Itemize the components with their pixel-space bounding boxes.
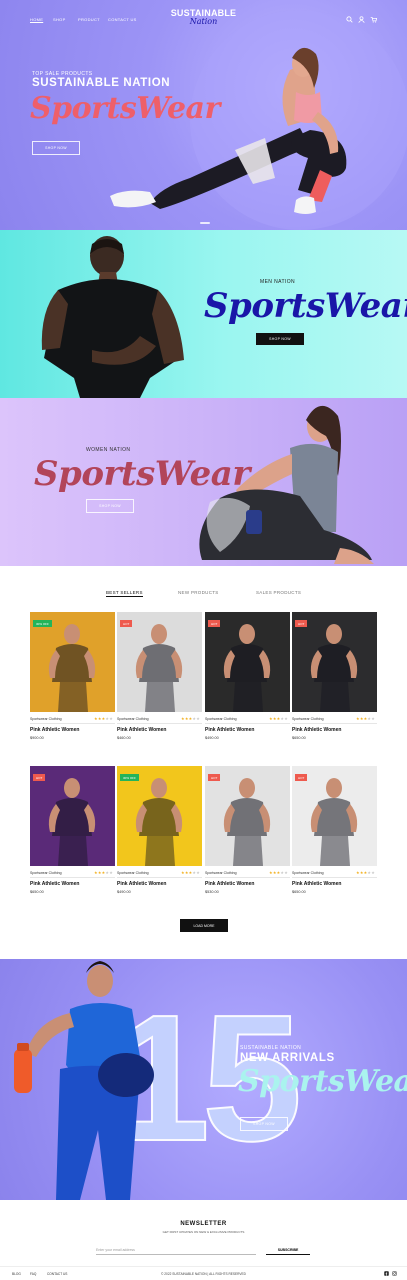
product-image[interactable] xyxy=(205,766,290,866)
product-name[interactable]: Pink Athletic Women xyxy=(205,727,254,733)
product-brand: Sportswear Clothing xyxy=(205,717,237,721)
card-divider xyxy=(30,877,115,878)
product-rating: ★★★★★ xyxy=(269,716,288,721)
hero-title: SUSTAINABLE NATION xyxy=(32,77,171,89)
product-name[interactable]: Pink Athletic Women xyxy=(30,727,79,733)
hero-shop-now-button[interactable]: SHOP NOW xyxy=(32,141,80,155)
women-banner-kicker: WOMEN NATION xyxy=(86,447,131,453)
product-badge: 30% OFF xyxy=(33,620,52,627)
product-badge: HOT xyxy=(120,620,133,627)
product-price: $460.00 xyxy=(117,736,131,740)
product-rating: ★★★★★ xyxy=(356,870,375,875)
newsletter-email-input[interactable] xyxy=(96,1246,256,1255)
product-name[interactable]: Pink Athletic Women xyxy=(292,881,341,887)
product-price: $490.00 xyxy=(117,890,131,894)
product-price: $900.00 xyxy=(30,736,44,740)
product-rating: ★★★★★ xyxy=(94,870,113,875)
copyright-text: © 2022 SUSTAINABLE NATION | ALL RIGHTS R… xyxy=(161,1272,246,1276)
arrivals-shop-now-button[interactable]: SHOP NOW xyxy=(240,1117,288,1131)
men-banner-script-title: SportsWear xyxy=(204,286,407,326)
product-name[interactable]: Pink Athletic Women xyxy=(117,881,166,887)
product-card[interactable]: HOT Sportswear Clothing ★★★★★ Pink Athletic… xyxy=(117,612,202,748)
tab-best-sellers[interactable]: BEST SELLERS xyxy=(106,590,143,597)
card-divider xyxy=(205,877,290,878)
card-divider xyxy=(117,723,202,724)
women-shop-now-button[interactable]: SHOP NOW xyxy=(86,499,134,513)
product-badge: HOT xyxy=(208,620,221,627)
subscribe-button[interactable]: SUBSCRIBE xyxy=(266,1246,310,1255)
product-brand: Sportswear Clothing xyxy=(117,717,149,721)
product-rating: ★★★★★ xyxy=(94,716,113,721)
product-badge: HOT xyxy=(208,774,221,781)
product-rating: ★★★★★ xyxy=(181,870,200,875)
product-card[interactable]: HOT Sportswear Clothing ★★★★★ Pink Athletic… xyxy=(292,766,377,902)
arrivals-title: NEW ARRIVALS xyxy=(240,1052,335,1064)
product-card[interactable]: HOT Sportswear Clothing ★★★★★ Pink Athletic… xyxy=(205,766,290,902)
product-brand: Sportswear Clothing xyxy=(292,871,324,875)
product-image[interactable] xyxy=(292,766,377,866)
hero-slider-indicator[interactable] xyxy=(200,222,210,224)
product-badge: 30% OFF xyxy=(120,774,139,781)
product-image[interactable] xyxy=(30,612,115,712)
arrivals-script-title: SportsWear xyxy=(238,1064,407,1099)
product-image[interactable] xyxy=(292,612,377,712)
card-divider xyxy=(30,723,115,724)
product-badge: HOT xyxy=(295,620,308,627)
product-price: $530.00 xyxy=(205,890,219,894)
cart-icon[interactable] xyxy=(370,16,377,23)
women-banner-script-title: SportsWear xyxy=(34,454,250,494)
product-card[interactable]: HOT Sportswear Clothing ★★★★★ Pink Athletic… xyxy=(292,612,377,748)
men-shop-now-button[interactable]: SHOP NOW xyxy=(256,333,304,345)
product-brand: Sportswear Clothing xyxy=(205,871,237,875)
product-tabs: BEST SELLERS NEW PRODUCTS SALES PRODUCTS xyxy=(0,590,407,600)
arrivals-kicker: SUSTAINABLE NATION xyxy=(240,1045,302,1051)
product-card[interactable]: 30% OFF Sportswear Clothing ★★★★★ Pink Athl… xyxy=(117,766,202,902)
top-navigation: HOME SHOP PRODUCT CONTACT US SUSTAINABLE… xyxy=(0,0,407,34)
product-rating: ★★★★★ xyxy=(269,870,288,875)
hero-script-title: SportsWear xyxy=(30,91,220,126)
product-image[interactable] xyxy=(205,612,290,712)
card-divider xyxy=(205,723,290,724)
product-brand: Sportswear Clothing xyxy=(30,871,62,875)
product-rating: ★★★★★ xyxy=(356,716,375,721)
newsletter-title: NEWSLETTER xyxy=(180,1221,227,1227)
product-name[interactable]: Pink Athletic Women xyxy=(205,881,254,887)
product-image[interactable] xyxy=(117,766,202,866)
product-price: $650.00 xyxy=(292,736,306,740)
product-image[interactable] xyxy=(117,612,202,712)
instagram-icon[interactable] xyxy=(392,1271,397,1276)
men-banner: MEN NATION SportsWear SHOP NOW xyxy=(0,230,407,398)
hero-section: HOME SHOP PRODUCT CONTACT US SUSTAINABLE… xyxy=(0,0,407,230)
user-icon[interactable] xyxy=(358,16,365,23)
product-image[interactable] xyxy=(30,766,115,866)
product-name[interactable]: Pink Athletic Women xyxy=(30,881,79,887)
product-price: $650.00 xyxy=(292,890,306,894)
load-more-button[interactable]: LOAD MORE xyxy=(180,919,228,932)
site-footer: BLOG FAQ CONTACT US © 2022 SUSTAINABLE N… xyxy=(0,1266,407,1280)
search-icon[interactable] xyxy=(346,16,353,23)
tab-new-products[interactable]: NEW PRODUCTS xyxy=(178,590,219,595)
women-banner: WOMEN NATION SportsWear SHOP NOW xyxy=(0,398,407,566)
product-name[interactable]: Pink Athletic Women xyxy=(117,727,166,733)
facebook-icon[interactable] xyxy=(384,1271,389,1276)
card-divider xyxy=(117,877,202,878)
product-price: $490.00 xyxy=(205,736,219,740)
product-card[interactable]: 30% OFF Sportswear Clothing ★★★★★ Pink Athl… xyxy=(30,612,115,748)
men-banner-kicker: MEN NATION xyxy=(260,279,296,285)
product-brand: Sportswear Clothing xyxy=(30,717,62,721)
product-card[interactable]: HOT Sportswear Clothing ★★★★★ Pink Athletic… xyxy=(30,766,115,902)
product-rating: ★★★★★ xyxy=(181,716,200,721)
product-brand: Sportswear Clothing xyxy=(117,871,149,875)
newsletter-subtitle: GET FIRST UPDATES ON NEW & EXCLUSIVE PRO… xyxy=(162,1230,245,1234)
card-divider xyxy=(292,723,377,724)
tab-sales-products[interactable]: SALES PRODUCTS xyxy=(256,590,301,595)
product-card[interactable]: HOT Sportswear Clothing ★★★★★ Pink Athletic… xyxy=(205,612,290,748)
product-badge: HOT xyxy=(295,774,308,781)
product-badge: HOT xyxy=(33,774,46,781)
product-brand: Sportswear Clothing xyxy=(292,717,324,721)
product-name[interactable]: Pink Athletic Women xyxy=(292,727,341,733)
card-divider xyxy=(292,877,377,878)
product-price: $650.00 xyxy=(30,890,44,894)
